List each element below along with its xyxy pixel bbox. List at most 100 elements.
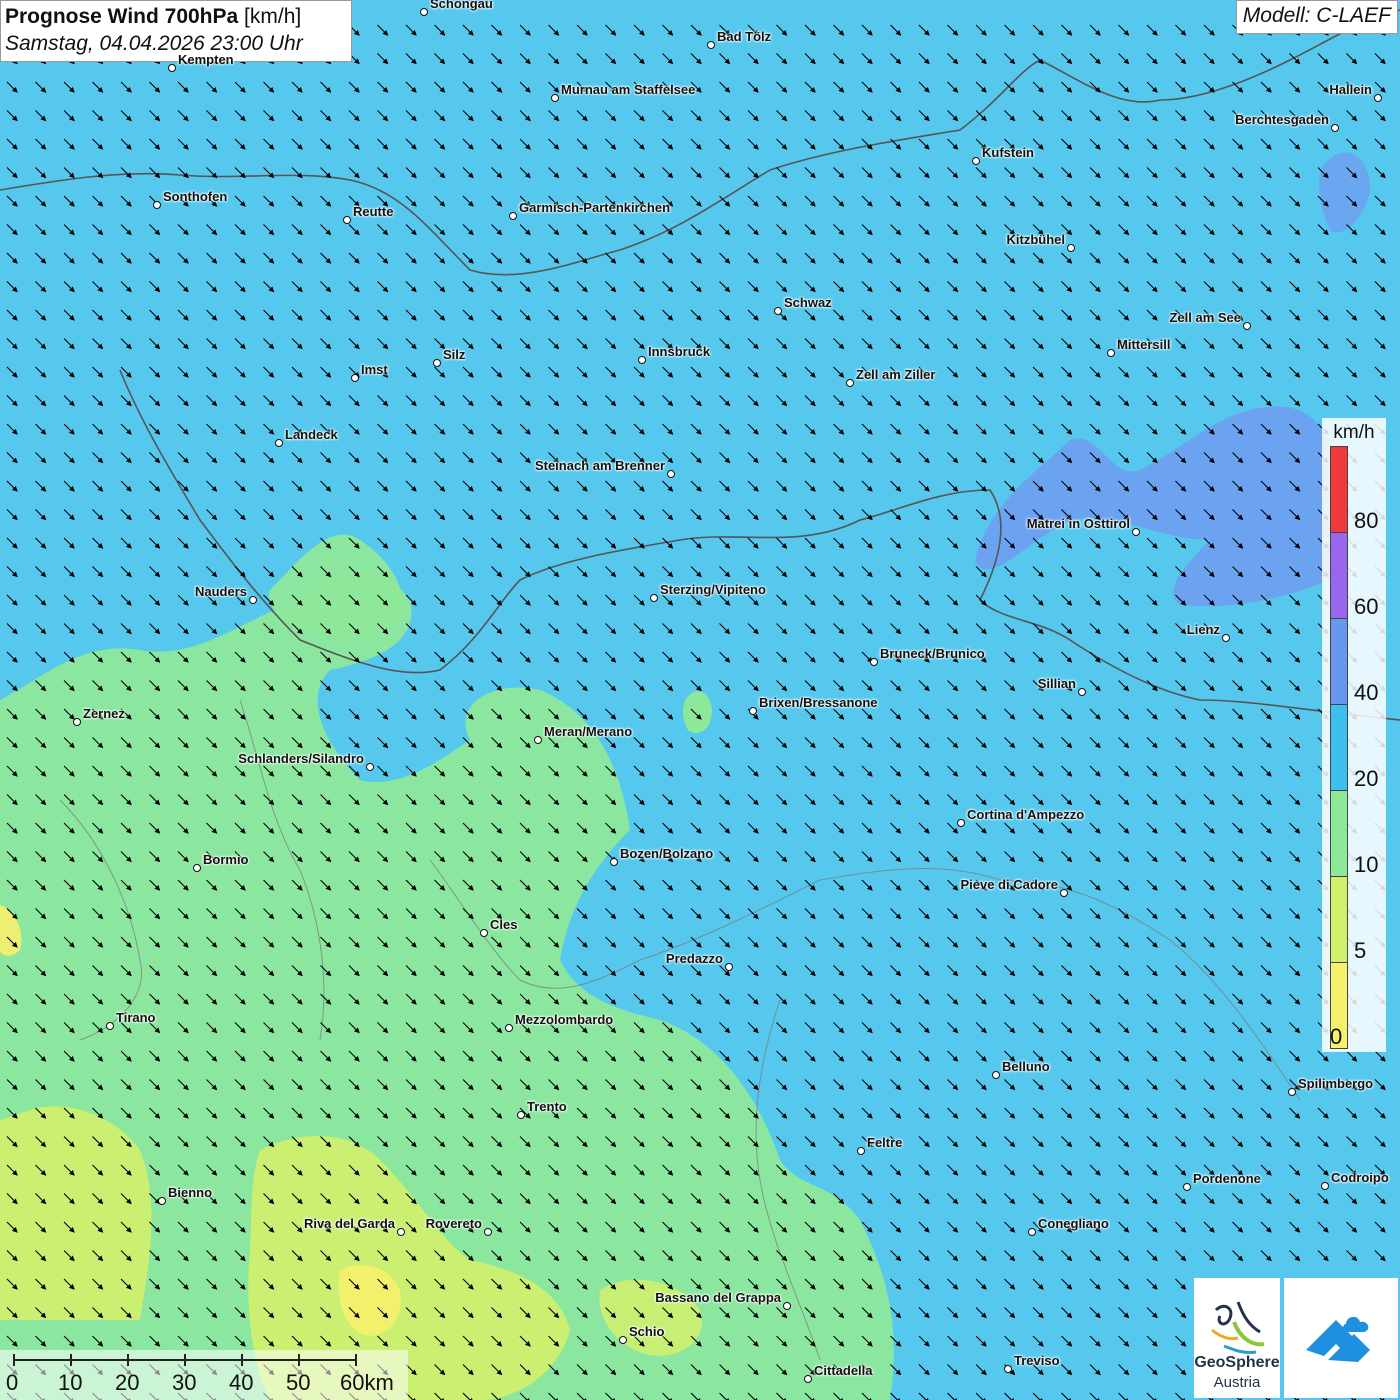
city-label: Bormio	[203, 852, 249, 867]
legend-swatch	[1330, 618, 1348, 705]
city-marker	[1004, 1365, 1012, 1373]
city-marker	[505, 1024, 513, 1032]
legend-tick-label: 60	[1354, 594, 1379, 619]
city-label: Mittersill	[1117, 337, 1171, 352]
legend-unit: km/h	[1333, 422, 1375, 443]
city-marker	[1243, 322, 1251, 330]
city-label: Treviso	[1014, 1353, 1060, 1368]
city-label: Zell am Ziller	[856, 367, 936, 382]
city-label: Bozen/Bolzano	[620, 846, 714, 861]
legend-swatch	[1330, 790, 1348, 877]
city-label: Pieve di Cadore	[960, 877, 1058, 892]
city-marker	[1374, 94, 1382, 102]
legend-swatch	[1330, 446, 1348, 533]
city-marker	[749, 707, 757, 715]
city-label: Matrei in Osttirol	[1026, 516, 1130, 531]
legend-swatch	[1330, 876, 1348, 963]
city-marker	[1107, 349, 1115, 357]
city-marker	[420, 8, 428, 16]
city-label: Mezzolombardo	[515, 1012, 614, 1027]
legend-tick-label: 10	[1354, 852, 1379, 877]
forecast-datetime: Samstag, 04.04.2026 23:00 Uhr	[5, 32, 303, 55]
city-marker	[158, 1197, 166, 1205]
city-marker	[249, 596, 257, 604]
city-marker	[1028, 1228, 1036, 1236]
color-legend: km/h 0 5 10 20 40 60 80	[1322, 418, 1386, 1052]
city-label: Schlanders/Silandro	[238, 751, 364, 766]
city-label: Steinach am Brenner	[534, 458, 665, 473]
city-label: Meran/Merano	[544, 724, 633, 739]
city-marker	[619, 1336, 627, 1344]
legend-swatch	[1330, 532, 1348, 619]
city-label: Tirano	[116, 1010, 156, 1025]
scale-label: 40	[229, 1370, 254, 1395]
city-marker	[480, 929, 488, 937]
city-label: Berchtesgaden	[1235, 112, 1329, 127]
city-label: Imst	[361, 362, 388, 377]
city-label: Schwaz	[784, 295, 832, 310]
geosphere-logo[interactable]: GeoSphere Austria	[1194, 1278, 1280, 1398]
scale-label: 0	[6, 1370, 19, 1395]
city-marker	[509, 212, 517, 220]
city-marker	[610, 858, 618, 866]
legend-tick-label: 0	[1330, 1024, 1343, 1049]
city-marker	[774, 307, 782, 315]
legend-tick-label: 20	[1354, 766, 1379, 791]
city-label: Innsbruck	[648, 344, 711, 359]
legend-swatch	[1330, 704, 1348, 791]
city-label: Bruneck/Brunico	[880, 646, 985, 661]
city-label: Sonthofen	[163, 189, 228, 204]
city-marker	[1222, 634, 1230, 642]
city-label: Predazzo	[665, 951, 723, 966]
city-label: Belluno	[1002, 1059, 1050, 1074]
city-label: Murnau am Staffelsee	[561, 82, 696, 97]
scale-label: 60km	[340, 1370, 394, 1395]
scale-label: 10	[58, 1370, 83, 1395]
city-marker	[1321, 1182, 1329, 1190]
geosphere-name: GeoSphere	[1194, 1354, 1280, 1371]
city-label: Bad Tölz	[717, 29, 772, 44]
legend-tick-label: 5	[1354, 938, 1367, 963]
map-title-unit: [km/h]	[244, 5, 302, 28]
city-label: Lienz	[1186, 622, 1220, 637]
city-label: Rovereto	[425, 1216, 482, 1231]
scale-bar: 0 10 20 30 40 50 60km	[0, 1350, 408, 1400]
city-marker	[857, 1147, 865, 1155]
city-label: Cortina d'Ampezzo	[967, 807, 1085, 822]
city-marker	[534, 736, 542, 744]
city-label: Trento	[527, 1099, 567, 1114]
scale-label: 20	[115, 1370, 140, 1395]
city-marker	[707, 41, 715, 49]
city-marker	[650, 594, 658, 602]
legend-tick-label: 40	[1354, 680, 1379, 705]
city-marker	[783, 1302, 791, 1310]
legend-tick-label: 80	[1354, 508, 1379, 533]
city-marker	[638, 356, 646, 364]
model-label: Modell: C-LAEF	[1235, 0, 1398, 34]
city-label: Kufstein	[982, 145, 1034, 160]
city-marker	[551, 94, 559, 102]
city-marker	[193, 864, 201, 872]
city-marker	[397, 1228, 405, 1236]
city-label: Sterzing/Vipiteno	[660, 582, 766, 597]
city-marker	[1288, 1088, 1296, 1096]
city-label: Codroipo	[1331, 1170, 1389, 1185]
city-label: Zernez	[83, 706, 125, 721]
city-marker	[366, 763, 374, 771]
city-label: Brixen/Bressanone	[759, 695, 878, 710]
weather-app-logo[interactable]	[1284, 1278, 1398, 1398]
city-marker	[73, 718, 81, 726]
scale-label: 30	[172, 1370, 197, 1395]
city-marker	[343, 216, 351, 224]
city-label: Reutte	[353, 204, 394, 219]
city-label: Riva del Garda	[303, 1216, 395, 1231]
city-label: Schio	[629, 1324, 665, 1339]
city-marker	[275, 439, 283, 447]
wind-field-5-10	[0, 1106, 152, 1320]
city-label: Spilimbergo	[1298, 1076, 1374, 1091]
city-label: Cittadella	[814, 1363, 873, 1378]
city-marker	[1067, 244, 1075, 252]
city-marker	[992, 1071, 1000, 1079]
city-marker	[1183, 1183, 1191, 1191]
city-marker	[1060, 889, 1068, 897]
